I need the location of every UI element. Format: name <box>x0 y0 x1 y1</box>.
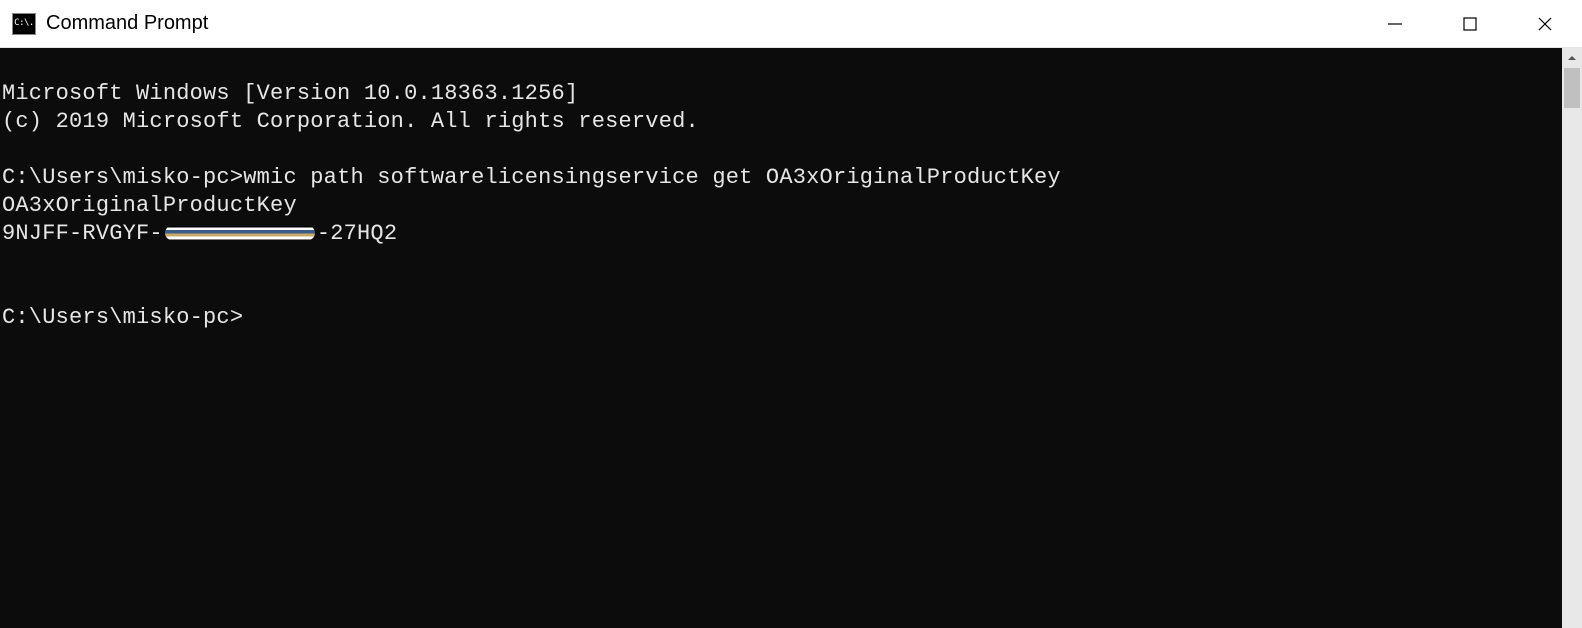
close-icon <box>1536 15 1554 33</box>
output-header: OA3xOriginalProductKey <box>2 193 297 218</box>
window-controls <box>1357 0 1582 47</box>
minimize-icon <box>1386 15 1404 33</box>
terminal[interactable]: Microsoft Windows [Version 10.0.18363.12… <box>0 48 1562 628</box>
command-1: wmic path softwarelicensingservice get O… <box>243 165 1061 190</box>
scroll-up-button[interactable] <box>1562 48 1582 68</box>
cmd-icon-text: C:\. <box>14 19 34 28</box>
command-prompt-window: C:\. Command Prompt Microsoft Windows [V… <box>0 0 1582 628</box>
chevron-up-icon <box>1567 53 1577 63</box>
minimize-button[interactable] <box>1357 0 1432 47</box>
cmd-icon: C:\. <box>12 13 36 35</box>
prompt-1: C:\Users\misko-pc> <box>2 165 243 190</box>
prompt-2: C:\Users\misko-pc> <box>2 305 243 330</box>
key-part-2: -27HQ2 <box>317 221 397 246</box>
vertical-scrollbar[interactable] <box>1562 48 1582 628</box>
close-button[interactable] <box>1507 0 1582 47</box>
copyright-line: (c) 2019 Microsoft Corporation. All righ… <box>2 109 699 134</box>
terminal-area: Microsoft Windows [Version 10.0.18363.12… <box>0 48 1582 628</box>
command-line-1: C:\Users\misko-pc>wmic path softwarelice… <box>2 165 1061 190</box>
maximize-icon <box>1461 15 1479 33</box>
window-title: Command Prompt <box>46 12 1357 35</box>
scroll-thumb[interactable] <box>1564 68 1580 108</box>
redacted-key-segment <box>165 226 315 240</box>
key-part-1: 9NJFF-RVGYF- <box>2 221 163 246</box>
titlebar[interactable]: C:\. Command Prompt <box>0 0 1582 48</box>
maximize-button[interactable] <box>1432 0 1507 47</box>
version-line: Microsoft Windows [Version 10.0.18363.12… <box>2 81 578 106</box>
product-key-line: 9NJFF-RVGYF- -27HQ2 <box>2 221 397 246</box>
